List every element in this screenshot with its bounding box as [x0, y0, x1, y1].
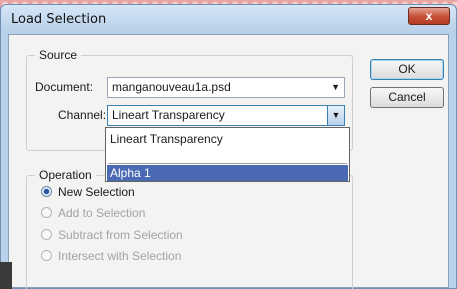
channel-value: Lineart Transparency — [112, 108, 225, 122]
chevron-down-icon: ▼ — [331, 110, 341, 120]
channel-select[interactable]: Lineart Transparency ▼ — [107, 105, 345, 126]
operation-group: Operation New Selection Add to Selection… — [26, 168, 353, 289]
radio-label: New Selection — [58, 185, 135, 199]
document-select[interactable]: manganouveau1a.psd ▼ — [107, 77, 345, 98]
dropdown-option-lineart[interactable]: Lineart Transparency — [110, 132, 223, 146]
document-label: Document: — [35, 80, 94, 94]
channel-dropdown-list: Lineart Transparency Alpha 1 — [105, 127, 350, 182]
radio-icon — [41, 207, 52, 218]
radio-icon — [41, 250, 52, 261]
operation-group-label: Operation — [35, 168, 96, 182]
dropdown-divider — [108, 163, 347, 164]
source-group-label: Source — [35, 48, 82, 62]
radio-icon — [41, 229, 52, 240]
load-selection-dialog: Load Selection x Source Document: mangan… — [0, 4, 457, 289]
channel-dropdown-button[interactable]: ▼ — [327, 106, 344, 125]
radio-label: Subtract from Selection — [58, 228, 183, 242]
dialog-body: Source Document: manganouveau1a.psd ▼ Ch… — [8, 34, 449, 289]
dialog-title: Load Selection — [11, 12, 107, 27]
radio-icon — [41, 186, 52, 197]
radio-label: Intersect with Selection — [58, 249, 182, 263]
chevron-down-icon: ▼ — [331, 82, 340, 92]
cancel-button[interactable]: Cancel — [370, 87, 444, 108]
close-icon: x — [425, 9, 433, 23]
close-button[interactable]: x — [408, 7, 450, 25]
document-value: manganouveau1a.psd — [112, 80, 231, 94]
dropdown-option-alpha-1[interactable]: Alpha 1 — [107, 165, 348, 181]
channel-label: Channel: — [58, 108, 107, 122]
radio-label: Add to Selection — [58, 206, 146, 220]
title-bar[interactable]: Load Selection x — [1, 5, 456, 33]
ok-button[interactable]: OK — [370, 59, 444, 80]
background-photo-edge — [0, 262, 12, 289]
